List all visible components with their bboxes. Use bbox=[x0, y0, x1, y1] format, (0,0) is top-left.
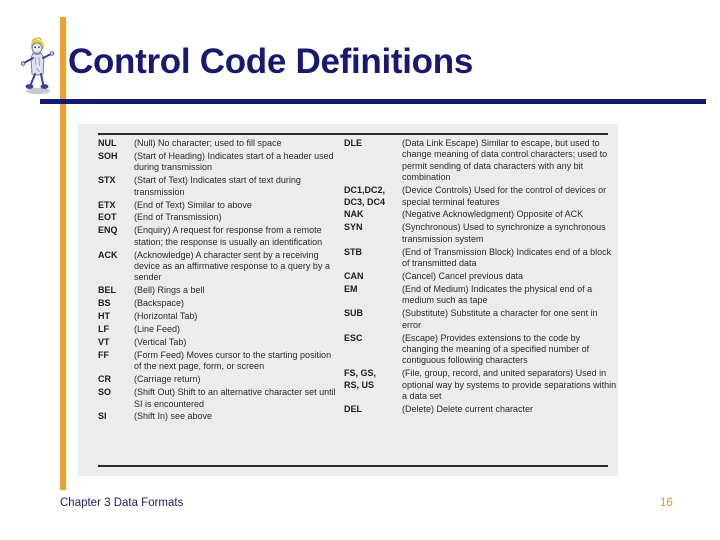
control-code-label: ENQ bbox=[98, 225, 118, 236]
table-row: SUB (Substitute) Substitute a character f… bbox=[344, 308, 618, 331]
control-code-description: (Vertical Tab) bbox=[134, 337, 187, 347]
control-code-description: (Line Feed) bbox=[134, 324, 181, 335]
table-row: CR (Carriage return) bbox=[98, 374, 336, 385]
table-columns: NUL (Null) No character; used to fill spa… bbox=[78, 138, 618, 424]
table-row: BS (Backspace) bbox=[98, 298, 336, 309]
table-row: DC1,DC2, DC3, DC4 (Device Controls) Used … bbox=[344, 185, 618, 208]
table-row: EOT (End of Transmission) bbox=[98, 212, 336, 223]
table-row: ACK (Acknowledge) A character sent by a r… bbox=[98, 250, 336, 284]
title-divider bbox=[40, 99, 706, 104]
page-title: Control Code Definitions bbox=[68, 42, 473, 81]
control-code-label: LF bbox=[98, 324, 109, 335]
control-code-description: (File, group, record, and united separat… bbox=[402, 368, 617, 402]
control-code-description: (Form Feed) Moves cursor to the starting… bbox=[134, 349, 332, 372]
table-row: HT (Horizontal Tab) bbox=[98, 311, 336, 322]
table-row: BEL (Bell) Rings a bell bbox=[98, 285, 336, 296]
table-row: VT (Vertical Tab) bbox=[98, 337, 336, 348]
table-row: DEL (Delete) Delete current character bbox=[344, 404, 618, 415]
table-column-right: DLE (Data Link Escape) Similar to escape,… bbox=[336, 138, 618, 424]
table-row: SYN (Synchronous) Used to synchronize a s… bbox=[344, 222, 618, 245]
control-code-description: (Synchronous) Used to synchronize a sync… bbox=[402, 222, 606, 244]
table-row: SOH (Start of Heading) Indicates start of… bbox=[98, 151, 336, 174]
control-code-label: FS, GS, RS, US bbox=[344, 368, 377, 390]
control-code-label: STB bbox=[344, 246, 362, 257]
table-row: DLE (Data Link Escape) Similar to escape,… bbox=[344, 138, 618, 184]
control-code-description: (Start of Heading) Indicates start of a … bbox=[134, 150, 334, 173]
control-code-description: (Device Controls) Used for the control o… bbox=[402, 185, 607, 207]
control-code-description: (Delete) Delete current character bbox=[402, 403, 534, 414]
table-row: ENQ (Enquiry) A request for response from… bbox=[98, 225, 336, 248]
control-code-label: NUL bbox=[98, 138, 117, 148]
control-code-description: (Backspace) bbox=[134, 298, 185, 309]
control-code-description: (Substitute) Substitute a character for … bbox=[402, 308, 598, 330]
control-code-label: SOH bbox=[98, 150, 118, 161]
control-code-label: BEL bbox=[98, 285, 116, 296]
control-code-label: DLE bbox=[344, 138, 362, 148]
control-code-label: VT bbox=[98, 337, 110, 347]
control-code-description: (End of Text) Similar to above bbox=[134, 199, 252, 210]
table-row: NAK (Negative Acknowledgment) Opposite of… bbox=[344, 209, 618, 220]
table-row: SO (Shift Out) Shift to an alternative ch… bbox=[98, 387, 336, 410]
control-code-description: (End of Transmission Block) Indicates en… bbox=[402, 246, 612, 269]
accent-bar bbox=[60, 17, 66, 490]
control-code-label: EOT bbox=[98, 212, 117, 223]
footer-page-number: 16 bbox=[660, 497, 673, 509]
table-row: LF (Line Feed) bbox=[98, 324, 336, 335]
control-code-description: (Bell) Rings a bell bbox=[134, 285, 205, 296]
table-row: SI (Shift In) see above bbox=[98, 411, 336, 422]
control-code-description: (Start of Text) Indicates start of text … bbox=[134, 175, 301, 197]
control-code-label: HT bbox=[98, 311, 110, 322]
control-code-description: (Enquiry) A request for response from a … bbox=[134, 225, 323, 247]
control-code-label: DC1,DC2, DC3, DC4 bbox=[344, 185, 386, 207]
control-code-label: SI bbox=[98, 411, 107, 422]
table-row: FF (Form Feed) Moves cursor to the starti… bbox=[98, 350, 336, 373]
table-row: ESC (Escape) Provides extensions to the c… bbox=[344, 333, 618, 367]
control-code-label: DEL bbox=[344, 403, 362, 414]
table-row: ETX (End of Text) Similar to above bbox=[98, 200, 336, 211]
control-code-description: (End of Transmission) bbox=[134, 212, 222, 223]
control-code-label: ACK bbox=[98, 249, 118, 260]
table-row: CAN (Cancel) Cancel previous data bbox=[344, 271, 618, 282]
table-row: STB (End of Transmission Block) Indicates… bbox=[344, 247, 618, 270]
control-code-label: STX bbox=[98, 175, 116, 186]
control-code-label: ESC bbox=[344, 332, 363, 343]
control-code-label: SUB bbox=[344, 308, 364, 319]
control-code-description: (Escape) Provides extensions to the code… bbox=[402, 332, 590, 366]
control-code-description: (Horizontal Tab) bbox=[134, 311, 198, 322]
table-top-rule bbox=[98, 133, 608, 135]
control-code-label: CAN bbox=[344, 270, 364, 281]
control-code-description: (Acknowledge) A character sent by a rece… bbox=[134, 249, 330, 283]
control-code-label: FF bbox=[98, 349, 109, 360]
control-code-description: (Shift Out) Shift to an alternative char… bbox=[134, 387, 336, 409]
control-code-label: BS bbox=[98, 298, 111, 309]
walking-figure-clipart bbox=[18, 34, 58, 96]
control-code-label: ETX bbox=[98, 199, 116, 210]
table-row: FS, GS, RS, US (File, group, record, and … bbox=[344, 368, 618, 402]
control-code-label: EM bbox=[344, 283, 358, 294]
control-code-label: CR bbox=[98, 374, 111, 385]
table-row: NUL (Null) No character; used to fill spa… bbox=[98, 138, 336, 149]
control-code-description: (Negative Acknowledgment) Opposite of AC… bbox=[402, 209, 584, 220]
control-code-table-panel: NUL (Null) No character; used to fill spa… bbox=[78, 124, 618, 476]
control-code-description: (Null) No character; used to fill space bbox=[134, 138, 282, 148]
table-column-left: NUL (Null) No character; used to fill spa… bbox=[78, 138, 336, 424]
table-row: EM (End of Medium) Indicates the physical… bbox=[344, 284, 618, 307]
control-code-label: NAK bbox=[344, 209, 364, 220]
table-row: STX (Start of Text) Indicates start of te… bbox=[98, 175, 336, 198]
control-code-description: (End of Medium) Indicates the physical e… bbox=[402, 283, 593, 306]
control-code-description: (Data Link Escape) Similar to escape, bu… bbox=[402, 138, 608, 183]
control-code-description: (Cancel) Cancel previous data bbox=[402, 270, 524, 281]
table-bottom-rule bbox=[98, 465, 608, 467]
control-code-description: (Shift In) see above bbox=[134, 411, 213, 422]
control-code-label: SO bbox=[98, 387, 112, 398]
footer-chapter-label: Chapter 3 Data Formats bbox=[60, 497, 184, 509]
control-code-description: (Carriage return) bbox=[134, 374, 201, 385]
control-code-label: SYN bbox=[344, 222, 363, 233]
